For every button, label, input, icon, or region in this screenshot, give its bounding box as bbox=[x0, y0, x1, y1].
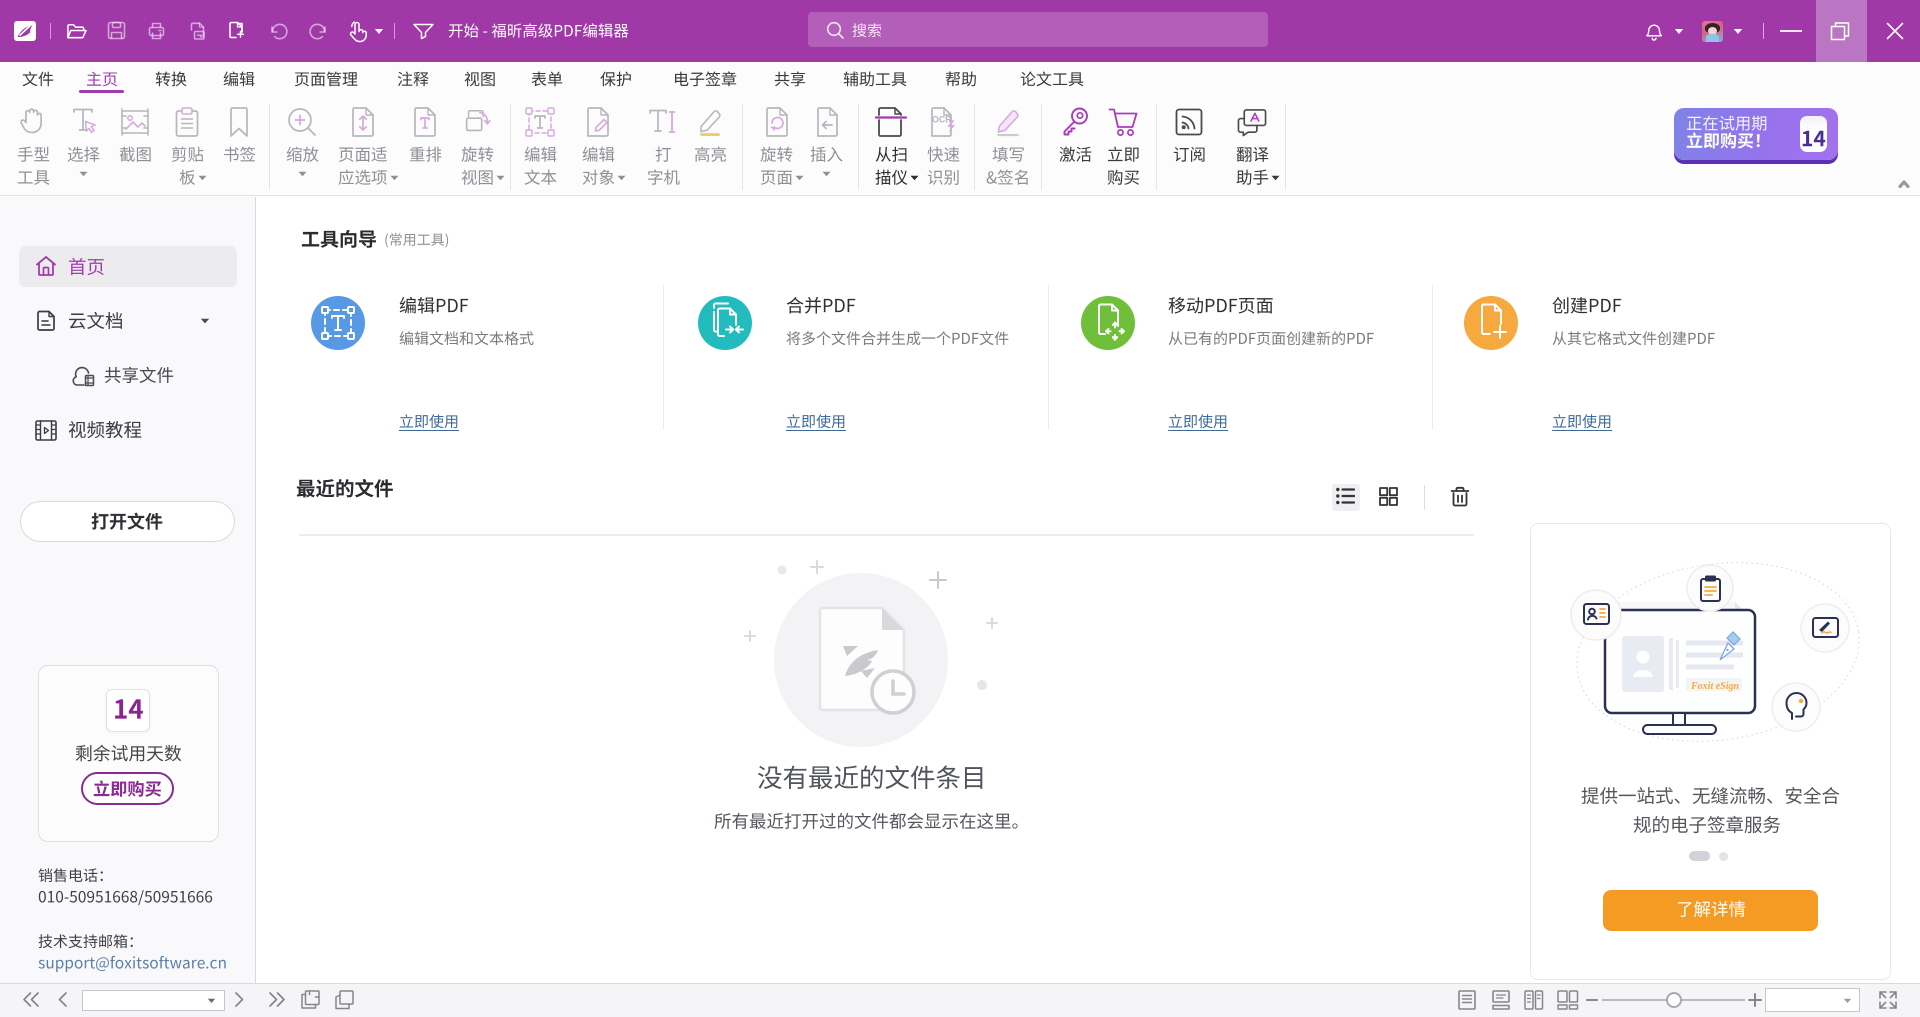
svg-text:OCR: OCR bbox=[932, 115, 952, 125]
svg-text:Foxit eSign: Foxit eSign bbox=[1690, 681, 1740, 692]
